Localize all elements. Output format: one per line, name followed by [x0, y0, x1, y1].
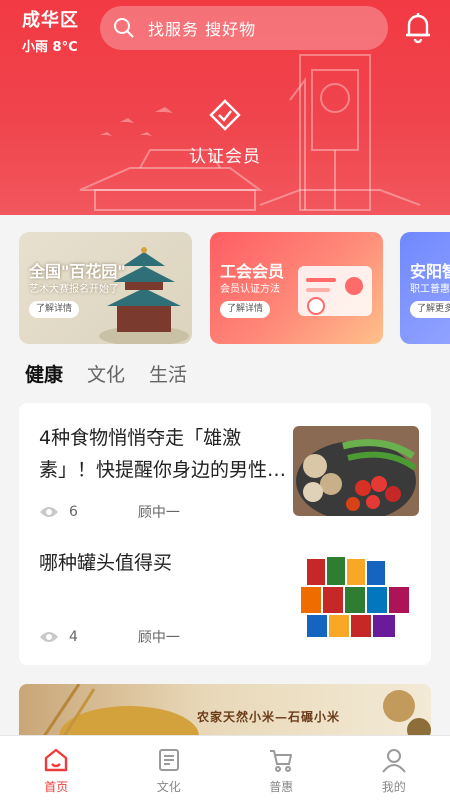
tab-health[interactable]: 健康 [25, 360, 63, 387]
banner-subtitle: 艺术大赛报名开始了 [29, 284, 119, 295]
eye-icon [40, 632, 58, 642]
banner-union-member[interactable]: 工会会员 会员认证方法 了解详情 [210, 232, 383, 344]
search-bar[interactable]: 找服务 搜好物 [100, 6, 388, 50]
eye-icon [40, 507, 58, 517]
article-meta: 4 顾中一 [39, 627, 180, 647]
banner-details-button[interactable]: 了解详情 [220, 301, 270, 318]
tabbar-label: 普惠 [269, 780, 294, 794]
food-thumbnail [293, 426, 419, 516]
view-count: 4 [69, 629, 78, 645]
city-name: 成华区 [22, 10, 79, 31]
author-name: 顾中一 [137, 630, 180, 646]
promo-text: 农家天然小米—石碾小米 [197, 710, 341, 724]
certify-member[interactable]: 认证会员 [175, 98, 275, 167]
article-list: 4种食物悄悄夺走「雄激素」！快提醒你身边的男性… 6 顾中一 哪种罐头值得买 4… [19, 403, 431, 665]
tabbar-culture[interactable]: 文化 [113, 736, 226, 800]
banner-title: 全国"百花园" [29, 262, 126, 281]
banner-details-button[interactable]: 了解详情 [29, 301, 79, 318]
banner-title: 工会会员 [220, 262, 285, 281]
tabbar-label: 首页 [44, 780, 69, 794]
banner-more-button[interactable]: 了解更多 [410, 301, 450, 318]
banner-subtitle: 职工普惠 [410, 284, 450, 295]
location-weather[interactable]: 成华区 小雨 8°C [22, 6, 79, 55]
tabbar-mine[interactable]: 我的 [338, 736, 450, 800]
banner-carousel[interactable]: 全国"百花园" 艺术大赛报名开始了 了解详情 工会会员 会员认证方法 了解详情 … [0, 232, 450, 346]
header: 成华区 小雨 8°C 找服务 搜好物 认证会员 [0, 0, 450, 215]
cart-icon [270, 750, 293, 772]
view-count: 6 [69, 504, 78, 520]
category-tabs: 健康 文化 生活 [25, 360, 187, 387]
list-item[interactable]: 哪种罐头值得买 4 顾中一 [19, 543, 431, 668]
cans-thumbnail [293, 551, 419, 641]
bell-icon[interactable] [403, 10, 433, 44]
member-card-illustration [298, 266, 372, 316]
article-meta: 6 顾中一 [39, 502, 180, 522]
home-icon [45, 748, 68, 772]
tabbar-home[interactable]: 首页 [0, 736, 113, 800]
author-name: 顾中一 [137, 505, 180, 521]
banner-flower-garden[interactable]: 全国"百花园" 艺术大赛报名开始了 了解详情 [19, 232, 192, 344]
tab-life[interactable]: 生活 [149, 360, 187, 387]
weather-text: 小雨 8°C [22, 40, 78, 55]
banner-subtitle: 会员认证方法 [220, 284, 280, 295]
banner-anyang[interactable]: 安阳智 职工普惠 了解更多 [400, 232, 450, 344]
search-icon [114, 18, 134, 38]
certify-label: 认证会员 [189, 147, 261, 167]
article-icon [158, 749, 179, 771]
list-item[interactable]: 4种食物悄悄夺走「雄激素」！快提醒你身边的男性… 6 顾中一 [19, 418, 431, 543]
bottom-tab-bar: 首页 文化 普惠 我的 [0, 735, 450, 800]
tab-culture[interactable]: 文化 [87, 360, 125, 387]
diamond-badge-icon [209, 99, 241, 131]
article-title: 哪种罐头值得买 [39, 552, 173, 574]
tabbar-label: 我的 [381, 780, 406, 794]
tabbar-benefits[interactable]: 普惠 [225, 736, 338, 800]
article-title: 4种食物悄悄夺走「雄激素」！快提醒你身边的男性… [39, 427, 287, 481]
banner-title: 安阳智 [410, 262, 450, 281]
search-placeholder: 找服务 搜好物 [148, 20, 257, 39]
tabbar-label: 文化 [156, 780, 181, 794]
user-icon [381, 749, 406, 773]
